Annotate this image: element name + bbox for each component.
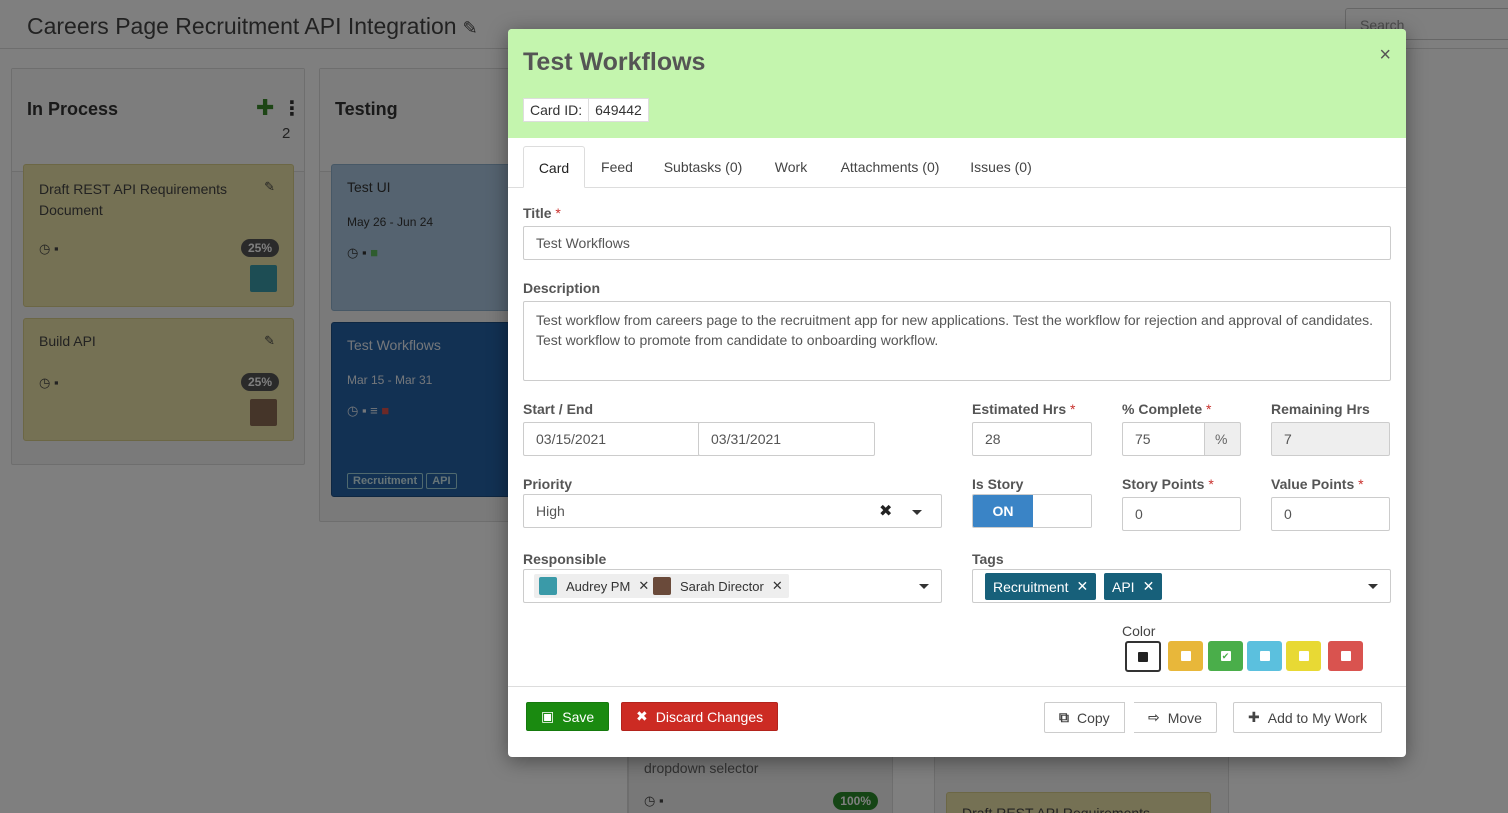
toggle-on: ON [973,495,1033,527]
end-date-input[interactable]: 03/31/2021 [698,422,875,456]
save-icon: ▣ [541,708,555,724]
description-textarea[interactable]: Test workflow from careers page to the r… [523,301,1391,381]
value-points-input[interactable]: 0 [1271,497,1390,531]
priority-label: Priority [523,476,573,492]
percent-complete-label: % Complete * [1122,401,1212,417]
start-end-label: Start / End [523,401,594,417]
plus-icon: ✚ [1248,709,1260,725]
discard-changes-button[interactable]: ✖ Discard Changes [621,702,779,731]
is-story-toggle[interactable]: ON [972,494,1092,528]
move-button[interactable]: ⇨ Move [1134,702,1217,733]
copy-icon: ⧉ [1059,709,1069,725]
description-label: Description [523,280,601,296]
remaining-hrs-input: 7 [1271,422,1390,456]
title-input[interactable]: Test Workflows [523,226,1391,260]
check-icon: ✔ [1220,651,1231,661]
priority-value: High [536,503,565,519]
color-swatch-red[interactable] [1328,641,1363,671]
card-id-value: 649442 [595,102,642,118]
tag-name: Recruitment [993,578,1069,595]
responsible-select[interactable]: Audrey PM ✕ Sarah Director ✕ [523,569,942,603]
move-icon: ⇨ [1148,709,1160,725]
estimated-hrs-label: Estimated Hrs * [972,401,1076,417]
story-points-input[interactable]: 0 [1122,497,1241,531]
tags-select[interactable]: Recruitment ✕ API ✕ [972,569,1391,603]
percent-addon: % [1204,422,1241,456]
responsible-name: Sarah Director [680,578,764,594]
title-label: Title * [523,205,561,221]
copy-button[interactable]: ⧉ Copy [1044,702,1125,733]
chevron-down-icon[interactable] [1368,584,1378,589]
card-edit-modal: Test Workflows × Card ID: 649442 Card Fe… [508,29,1406,757]
toggle-off [1033,495,1091,527]
avatar [539,577,557,595]
estimated-hrs-input[interactable]: 28 [972,422,1092,456]
tag-name: API [1112,578,1135,595]
close-icon: ✖ [636,708,648,724]
remaining-hrs-label: Remaining Hrs [1271,401,1370,417]
responsible-pill: Sarah Director ✕ [648,574,789,598]
selected-square-icon [1138,651,1148,662]
save-button[interactable]: ▣ Save [526,702,610,731]
responsible-pill: Audrey PM ✕ [534,574,656,598]
modal-header: Test Workflows × Card ID: 649442 [508,29,1406,138]
close-icon[interactable]: × [1379,44,1391,67]
color-swatch-orange[interactable] [1168,641,1203,671]
chevron-down-icon[interactable] [919,584,929,589]
square-icon [1340,651,1351,661]
tab-feed[interactable]: Feed [592,146,642,188]
color-swatch-green[interactable]: ✔ [1208,641,1243,671]
add-to-my-work-button[interactable]: ✚ Add to My Work [1233,702,1383,733]
avatar [653,577,671,595]
tab-work[interactable]: Work [766,146,816,188]
square-icon [1259,651,1270,661]
tag-pill: API ✕ [1104,573,1163,600]
responsible-name: Audrey PM [566,578,631,594]
square-icon [1180,651,1191,661]
value-points-label: Value Points * [1271,476,1364,492]
percent-complete-input[interactable]: 75 [1122,422,1205,456]
remove-icon[interactable]: ✕ [1076,578,1088,595]
modal-tabs: Card Feed Subtasks (0) Work Attachments … [508,146,1406,188]
is-story-label: Is Story [972,476,1024,492]
color-label: Color [1122,623,1156,639]
color-swatch-yellow[interactable] [1286,641,1321,671]
card-id-label: Card ID: [524,99,590,121]
chevron-down-icon[interactable] [912,510,922,515]
remove-icon[interactable]: ✕ [772,578,783,594]
tab-subtasks[interactable]: Subtasks (0) [658,146,748,188]
remove-icon[interactable]: ✕ [1143,578,1155,595]
color-swatch-blue[interactable] [1247,641,1282,671]
color-swatch-white[interactable] [1125,641,1161,672]
clear-icon[interactable]: ✖ [879,501,892,521]
tags-label: Tags [972,551,1004,567]
tab-issues[interactable]: Issues (0) [966,146,1036,188]
start-date-input[interactable]: 03/15/2021 [523,422,700,456]
tag-pill: Recruitment ✕ [985,573,1097,600]
modal-title: Test Workflows [523,48,706,76]
square-icon [1298,651,1309,661]
footer-divider [508,686,1406,687]
tab-attachments[interactable]: Attachments (0) [836,146,944,188]
responsible-label: Responsible [523,551,607,567]
card-id-badge: Card ID: 649442 [523,98,649,122]
story-points-label: Story Points * [1122,476,1214,492]
tab-card[interactable]: Card [523,146,585,188]
